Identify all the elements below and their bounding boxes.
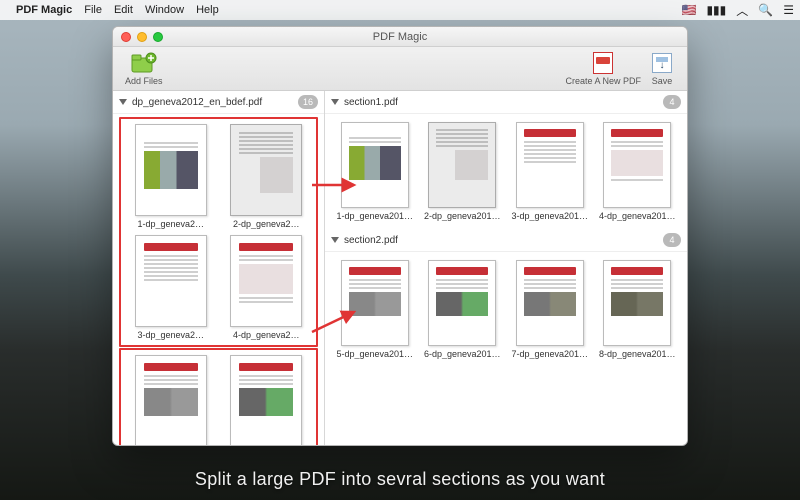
page-thumb[interactable]: 7-dp_geneva201… xyxy=(510,260,590,359)
window-titlebar[interactable]: PDF Magic xyxy=(113,27,687,47)
page-thumb[interactable]: 6-dp_geneva201… xyxy=(423,260,503,359)
add-files-icon xyxy=(131,52,157,74)
page-thumb[interactable]: 3-dp_geneva201… xyxy=(510,122,590,221)
create-pdf-button[interactable]: Create A New PDF xyxy=(561,50,645,88)
menu-list-icon[interactable]: ☰ xyxy=(783,3,794,17)
output-pane: section1.pdf 4 1-dp_geneva201… 2-dp_gene… xyxy=(325,91,687,445)
output-file-name: section2.pdf xyxy=(344,235,658,246)
page-caption: 2-dp_geneva2… xyxy=(233,219,300,229)
wifi-icon[interactable]: ︿ xyxy=(736,2,748,19)
disclosure-triangle-icon[interactable] xyxy=(331,237,339,243)
save-button[interactable]: Save xyxy=(645,50,679,88)
macos-menubar: PDF Magic File Edit Window Help 🇺🇸 ▮▮▮ ︿… xyxy=(0,0,800,20)
selection-group-1: 1-dp_geneva2… 2-dp_geneva2… 3-dp_geneva2… xyxy=(119,117,318,347)
page-thumb[interactable]: 1-dp_geneva2… xyxy=(126,124,216,229)
add-files-button[interactable]: Add Files xyxy=(121,50,167,88)
page-caption: 2-dp_geneva201… xyxy=(424,211,501,221)
flag-icon[interactable]: 🇺🇸 xyxy=(682,3,697,17)
page-thumb[interactable]: 5-dp_geneva201… xyxy=(335,260,415,359)
page-caption: 4-dp_geneva201… xyxy=(599,211,676,221)
page-caption: 4-dp_geneva2… xyxy=(233,330,300,340)
output-section-header[interactable]: section1.pdf 4 xyxy=(325,91,687,114)
page-thumb[interactable]: 5-dp_geneva2… xyxy=(126,355,216,445)
page-caption: 7-dp_geneva201… xyxy=(511,349,588,359)
create-pdf-icon xyxy=(590,52,616,74)
spotlight-icon[interactable]: 🔍 xyxy=(758,3,773,17)
content-area: dp_geneva2012_en_bdef.pdf 16 1-dp_geneva… xyxy=(113,91,687,445)
page-thumb[interactable]: 3-dp_geneva2… xyxy=(126,235,216,340)
source-page-count-badge: 16 xyxy=(298,95,318,109)
menubar-edit[interactable]: Edit xyxy=(114,4,133,16)
page-thumb[interactable]: 4-dp_geneva201… xyxy=(598,122,678,221)
page-caption: 3-dp_geneva201… xyxy=(511,211,588,221)
output-page-count-badge: 4 xyxy=(663,233,681,247)
add-files-label: Add Files xyxy=(125,76,163,86)
app-window: PDF Magic Add Files Create A New PDF Sav… xyxy=(112,26,688,446)
page-thumb[interactable]: 6-dp_geneva2… xyxy=(222,355,312,445)
menubar-file[interactable]: File xyxy=(84,4,102,16)
page-caption: 3-dp_geneva2… xyxy=(137,330,204,340)
window-close-button[interactable] xyxy=(121,32,131,42)
selection-group-2: 5-dp_geneva2… 6-dp_geneva2… 7-dp_geneva2… xyxy=(119,348,318,445)
save-label: Save xyxy=(652,76,673,86)
page-thumb[interactable]: 8-dp_geneva201… xyxy=(598,260,678,359)
source-file-name: dp_geneva2012_en_bdef.pdf xyxy=(132,97,293,108)
window-title: PDF Magic xyxy=(113,31,687,43)
source-section-header[interactable]: dp_geneva2012_en_bdef.pdf 16 xyxy=(113,91,324,114)
page-caption: 8-dp_geneva201… xyxy=(599,349,676,359)
menubar-window[interactable]: Window xyxy=(145,4,184,16)
save-icon xyxy=(649,52,675,74)
page-thumb[interactable]: 2-dp_geneva2… xyxy=(222,124,312,229)
output-section-header[interactable]: section2.pdf 4 xyxy=(325,229,687,252)
create-pdf-label: Create A New PDF xyxy=(565,76,641,86)
source-pane: dp_geneva2012_en_bdef.pdf 16 1-dp_geneva… xyxy=(113,91,325,445)
page-thumb[interactable]: 2-dp_geneva201… xyxy=(423,122,503,221)
page-thumb[interactable]: 4-dp_geneva2… xyxy=(222,235,312,340)
menubar-app-name[interactable]: PDF Magic xyxy=(16,4,72,16)
output-page-count-badge: 4 xyxy=(663,95,681,109)
page-caption: 1-dp_geneva2… xyxy=(137,219,204,229)
disclosure-triangle-icon[interactable] xyxy=(331,99,339,105)
page-thumb[interactable]: 1-dp_geneva201… xyxy=(335,122,415,221)
window-minimize-button[interactable] xyxy=(137,32,147,42)
page-caption: 6-dp_geneva201… xyxy=(424,349,501,359)
window-zoom-button[interactable] xyxy=(153,32,163,42)
menubar-help[interactable]: Help xyxy=(196,4,219,16)
marketing-caption: Split a large PDF into sevral sections a… xyxy=(0,469,800,490)
disclosure-triangle-icon[interactable] xyxy=(119,99,127,105)
page-caption: 5-dp_geneva201… xyxy=(336,349,413,359)
toolbar: Add Files Create A New PDF Save xyxy=(113,47,687,91)
output-file-name: section1.pdf xyxy=(344,97,658,108)
page-caption: 1-dp_geneva201… xyxy=(336,211,413,221)
battery-icon[interactable]: ▮▮▮ xyxy=(706,3,726,17)
